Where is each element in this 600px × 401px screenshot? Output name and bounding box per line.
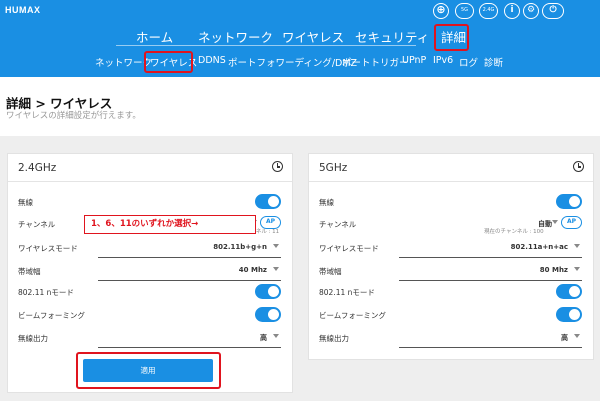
subtab-ipv6[interactable]: IPv6 (433, 55, 453, 66)
select-underline (399, 347, 582, 348)
humax-logo: HUMAX (5, 5, 41, 15)
row-power: 無線出力 高 (319, 330, 582, 348)
apply-button[interactable]: 適用 (83, 359, 213, 382)
label-channel: チャンネル (319, 220, 357, 229)
row-wireless: 無線 (18, 194, 281, 210)
annotation-callout: 1、6、11のいずれか選択→ (84, 215, 256, 234)
tab-home[interactable]: ホーム (136, 27, 173, 46)
chevron-down-icon (574, 244, 580, 248)
chevron-down-icon (273, 334, 279, 338)
main-tabs: ホーム ネットワーク ワイヤレス セキュリティ 詳細 (0, 27, 600, 47)
label-bandwidth: 帯域幅 (18, 267, 41, 276)
highlight-advanced-tab (434, 24, 469, 51)
select-underline (399, 280, 582, 281)
settings-icon[interactable]: ⚙ (523, 3, 539, 19)
globe-icon[interactable]: ⊕ (433, 3, 449, 19)
row-n-mode: 802.11 nモード (319, 284, 582, 300)
chevron-down-icon (574, 267, 580, 271)
ap-scan-button[interactable]: AP (561, 216, 582, 229)
row-n-mode: 802.11 nモード (18, 284, 281, 300)
subtab-ddns[interactable]: DDNS (198, 55, 226, 66)
highlight-wireless-subtab (144, 51, 193, 73)
toggle-beamforming[interactable] (255, 307, 281, 322)
toggle-wireless[interactable] (255, 194, 281, 209)
row-mode: ワイヤレスモード 802.11a+n+ac (319, 240, 582, 258)
chevron-down-icon (552, 220, 558, 224)
chevron-down-icon (273, 267, 279, 271)
bandwidth-select-value[interactable]: 40 Mhz (239, 266, 267, 274)
power-select-value[interactable]: 高 (561, 333, 568, 343)
divider (8, 181, 292, 182)
mode-select-value[interactable]: 802.11a+n+ac (511, 243, 568, 251)
toggle-n-mode[interactable] (556, 284, 582, 299)
power-select-value[interactable]: 高 (260, 333, 267, 343)
power-icon[interactable]: ⏻ (542, 3, 564, 19)
label-power: 無線出力 (18, 334, 48, 343)
label-wireless: 無線 (18, 198, 33, 207)
tab-network[interactable]: ネットワーク (198, 27, 273, 46)
subtab-port-trigger[interactable]: ポートトリガー (342, 55, 409, 69)
subtab-log[interactable]: ログ (459, 55, 478, 69)
toggle-wireless[interactable] (556, 194, 582, 209)
current-channel-note: 現在のチャンネル : 100 (484, 229, 544, 235)
subtab-diagnostics[interactable]: 診断 (484, 55, 503, 69)
panel-5ghz: 5GHz 無線 チャンネル 自動 AP 現在のチャンネル : 100 ワイヤレス… (308, 153, 594, 360)
label-mode: ワイヤレスモード (18, 244, 78, 253)
divider (309, 181, 593, 182)
5g-wifi-icon[interactable]: 5G (455, 3, 474, 19)
row-wireless: 無線 (319, 194, 582, 210)
label-n-mode: 802.11 nモード (18, 288, 74, 297)
select-underline (98, 347, 281, 348)
panel-title: 2.4GHz (18, 162, 57, 174)
row-bandwidth: 帯域幅 80 Mhz (319, 263, 582, 281)
row-power: 無線出力 高 (18, 330, 281, 348)
row-mode: ワイヤレスモード 802.11b+g+n (18, 240, 281, 258)
label-n-mode: 802.11 nモード (319, 288, 375, 297)
top-header: HUMAX ⊕ 5G 2.4G i ⚙ ⏻ ホーム ネットワーク ワイヤレス セ… (0, 0, 600, 77)
info-icon[interactable]: i (504, 3, 520, 19)
tab-underline (116, 45, 416, 46)
subtab-port-forwarding[interactable]: ポートフォワーディング/DMZ (228, 55, 357, 69)
toggle-n-mode[interactable] (255, 284, 281, 299)
24g-wifi-icon[interactable]: 2.4G (479, 3, 498, 19)
chevron-down-icon (273, 244, 279, 248)
history-icon[interactable] (272, 161, 283, 172)
label-bandwidth: 帯域幅 (319, 267, 342, 276)
toggle-beamforming[interactable] (556, 307, 582, 322)
panel-title: 5GHz (319, 162, 348, 174)
label-beamforming: ビームフォーミング (18, 311, 85, 320)
row-beamforming: ビームフォーミング (319, 307, 582, 323)
select-underline (98, 280, 281, 281)
label-beamforming: ビームフォーミング (319, 311, 386, 320)
history-icon[interactable] (573, 161, 584, 172)
tab-security[interactable]: セキュリティ (355, 27, 429, 46)
select-underline (399, 257, 582, 258)
page-subtitle: ワイヤレスの詳細設定が行えます。 (6, 111, 141, 121)
subtab-upnp[interactable]: UPnP (402, 55, 426, 66)
chevron-down-icon (574, 334, 580, 338)
row-bandwidth: 帯域幅 40 Mhz (18, 263, 281, 281)
bandwidth-select-value[interactable]: 80 Mhz (540, 266, 568, 274)
label-wireless: 無線 (319, 198, 334, 207)
label-channel: チャンネル (18, 220, 56, 229)
tab-wireless[interactable]: ワイヤレス (282, 27, 344, 46)
select-underline (98, 257, 281, 258)
label-power: 無線出力 (319, 334, 349, 343)
row-beamforming: ビームフォーミング (18, 307, 281, 323)
label-mode: ワイヤレスモード (319, 244, 379, 253)
mode-select-value[interactable]: 802.11b+g+n (213, 243, 267, 251)
